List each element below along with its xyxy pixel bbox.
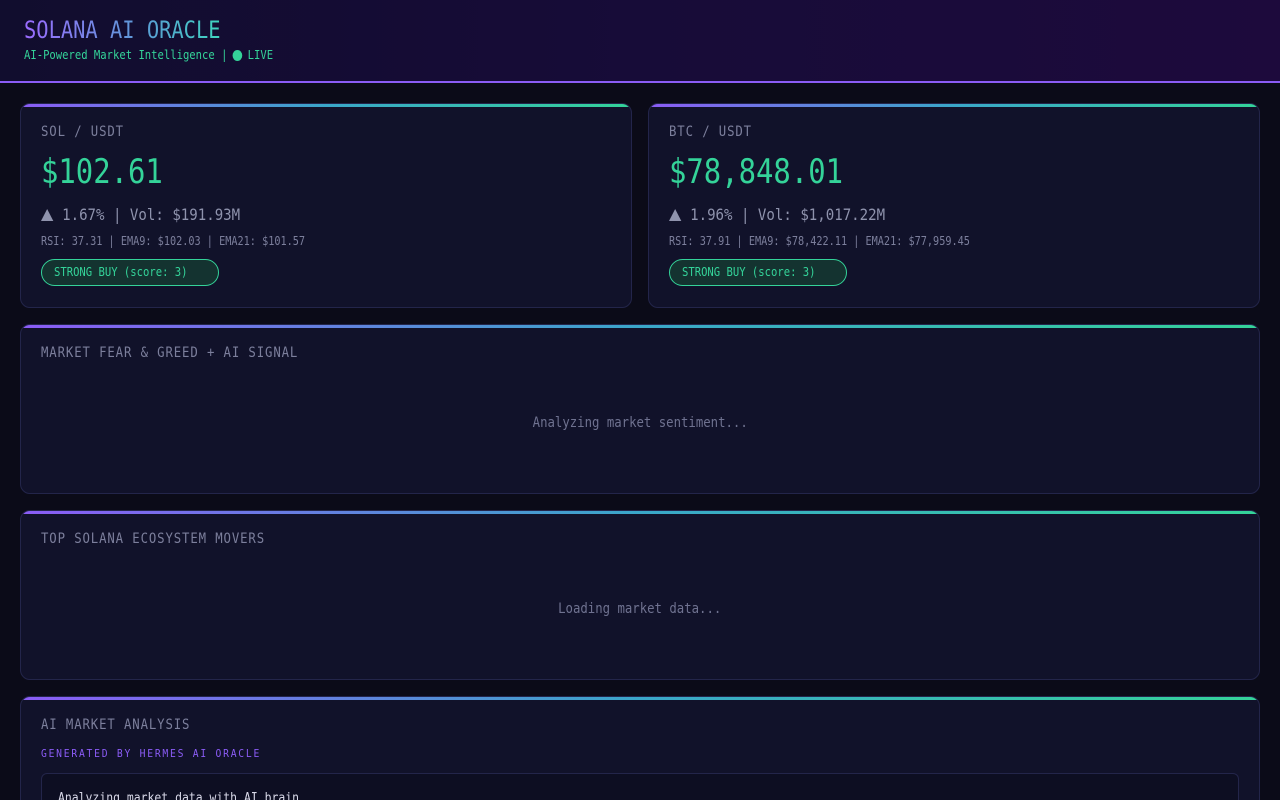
signal-badge-text: STRONG BUY (score: 3)	[54, 265, 188, 279]
analysis-output: Analyzing market data with AI brain...	[41, 773, 1239, 800]
triangle-up-icon	[41, 208, 54, 221]
ticker-change: 1.67% | Vol: $191.93M	[41, 205, 240, 224]
analysis-text: Analyzing market data with AI brain...	[58, 791, 320, 800]
analysis-title: AI MARKET ANALYSIS	[41, 717, 191, 733]
ticker-indicators: RSI: 37.91 | EMA9: $78,422.11 | EMA21: $…	[669, 234, 970, 248]
ticker-price: $102.61	[41, 152, 163, 192]
sentiment-card: MARKET FEAR & GREED + AI SIGNAL Analyzin…	[20, 324, 1260, 494]
app-header: SOLANA AI ORACLE AI-Powered Market Intel…	[0, 0, 1280, 83]
triangle-up-icon	[669, 208, 682, 221]
ticker-change-text: 1.96% | Vol: $1,017.22M	[690, 205, 886, 224]
ticker-pair: SOL / USDT	[41, 124, 124, 140]
sentiment-status: Analyzing market sentiment...	[21, 415, 1259, 431]
ticker-card-btc: BTC / USDT $78,848.01 1.96% | Vol: $1,01…	[648, 103, 1260, 308]
movers-title: TOP SOLANA ECOSYSTEM MOVERS	[41, 531, 266, 547]
live-indicator-icon	[232, 49, 243, 61]
movers-card: TOP SOLANA ECOSYSTEM MOVERS Loading mark…	[20, 510, 1260, 680]
movers-status-text: Loading market data...	[558, 601, 722, 617]
analysis-card: AI MARKET ANALYSIS GENERATED BY HERMES A…	[20, 696, 1260, 800]
ticker-price: $78,848.01	[669, 152, 843, 192]
ticker-indicators: RSI: 37.31 | EMA9: $102.03 | EMA21: $101…	[41, 234, 306, 248]
movers-status: Loading market data...	[21, 601, 1259, 617]
app-subtitle: AI-Powered Market Intelligence | LIVE	[24, 48, 273, 62]
live-label: LIVE	[247, 48, 274, 62]
app-title: SOLANA AI ORACLE	[24, 16, 221, 44]
signal-badge: STRONG BUY (score: 3)	[41, 259, 219, 286]
ticker-change: 1.96% | Vol: $1,017.22M	[669, 205, 885, 224]
sentiment-status-text: Analyzing market sentiment...	[532, 415, 748, 431]
sentiment-title: MARKET FEAR & GREED + AI SIGNAL	[41, 345, 299, 361]
ticker-card-sol: SOL / USDT $102.61 1.67% | Vol: $191.93M…	[20, 103, 632, 308]
ticker-pair: BTC / USDT	[669, 124, 752, 140]
signal-badge-text: STRONG BUY (score: 3)	[682, 265, 816, 279]
ticker-change-text: 1.67% | Vol: $191.93M	[62, 205, 241, 224]
analysis-generated-by: GENERATED BY HERMES AI ORACLE	[41, 747, 262, 760]
signal-badge: STRONG BUY (score: 3)	[669, 259, 847, 286]
subtitle-text: AI-Powered Market Intelligence |	[24, 48, 228, 62]
